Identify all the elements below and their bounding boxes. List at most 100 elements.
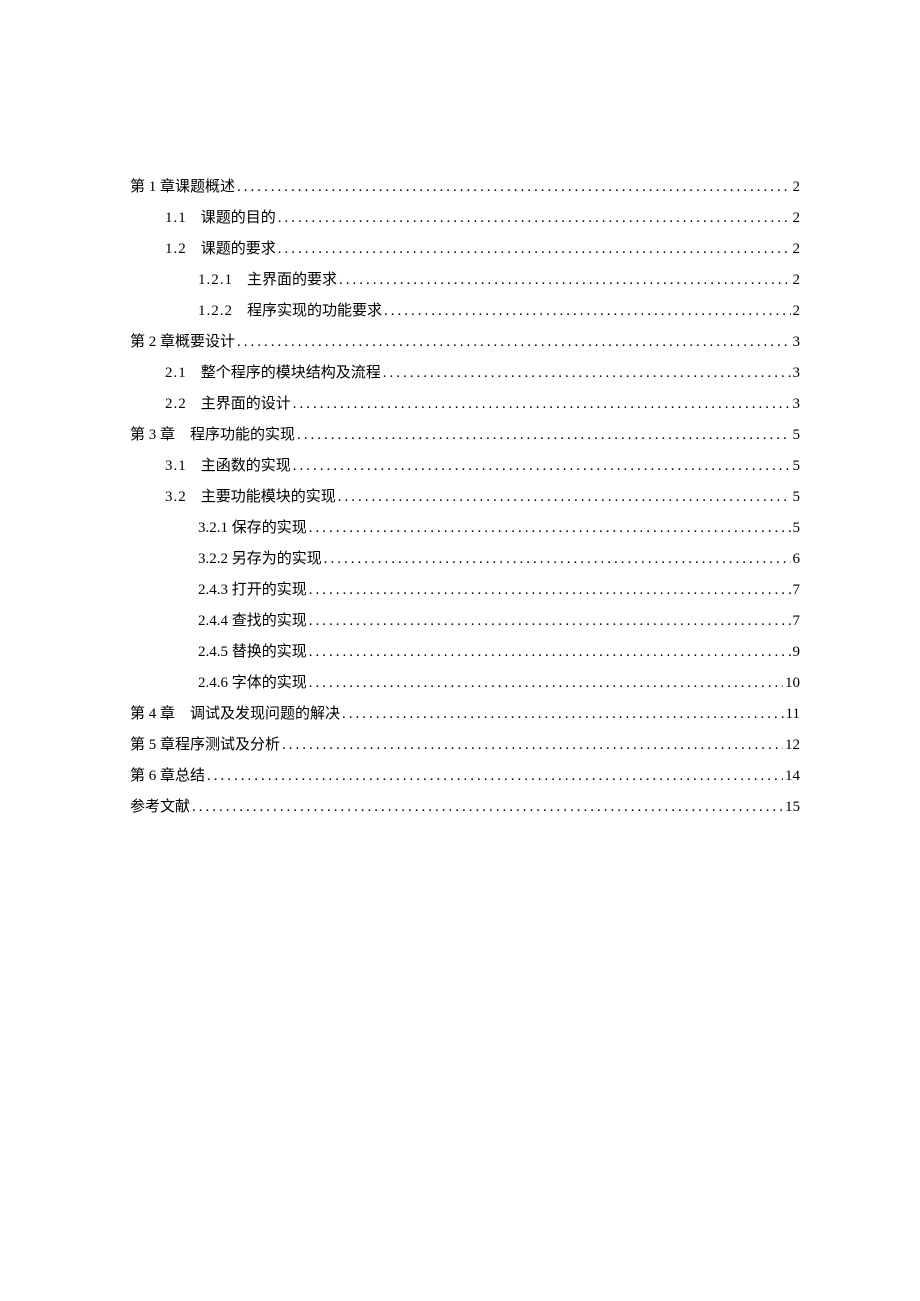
toc-entry-label: 第 3 章 程序功能的实现 [130, 423, 295, 444]
toc-entry-label: 参考文献 [130, 795, 190, 816]
toc-leader-dots [342, 706, 784, 723]
toc-entry-label: 第 4 章 调试及发现问题的解决 [130, 702, 340, 723]
toc-entry-label: 1.2.1 主界面的要求 [198, 268, 337, 289]
toc-entry-title: 2.4.3 打开的实现 [198, 582, 307, 598]
toc-entry[interactable]: 第 6 章总结 14 [130, 764, 800, 785]
toc-leader-dots [309, 675, 783, 692]
toc-leader-dots [192, 799, 783, 816]
toc-entry-page: 2 [793, 272, 801, 289]
toc-entry-page: 3 [793, 365, 801, 382]
toc-entry-page: 7 [793, 613, 801, 630]
toc-entry-title: 第 3 章 程序功能的实现 [130, 427, 295, 443]
toc-entry-number: 3.2 [165, 489, 187, 505]
toc-entry-label: 3.2.1 保存的实现 [198, 516, 307, 537]
toc-entry[interactable]: 2.4.4 查找的实现 7 [130, 609, 800, 630]
toc-entry-page: 15 [785, 799, 800, 816]
toc-entry-number: 1.2.2 [198, 303, 233, 319]
toc-entry[interactable]: 第 3 章 程序功能的实现 5 [130, 423, 800, 444]
toc-leader-dots [237, 334, 790, 351]
toc-entry-title: 主函数的实现 [201, 458, 291, 474]
toc-entry-page: 3 [793, 396, 801, 413]
toc-entry-page: 3 [793, 334, 801, 351]
toc-entry-label: 2.2 主界面的设计 [165, 392, 291, 413]
toc-entry-title: 课题的要求 [201, 241, 276, 257]
toc-entry[interactable]: 3.2主要功能模块的实现 5 [130, 485, 800, 506]
toc-entry-label: 3.2主要功能模块的实现 [165, 485, 336, 506]
toc-entry-title: 3.2.2 另存为的实现 [198, 551, 322, 567]
toc-entry-page: 5 [793, 427, 801, 444]
toc-leader-dots [297, 427, 790, 444]
toc-entry[interactable]: 2.4.6 字体的实现 10 [130, 671, 800, 692]
toc-entry-title: 参考文献 [130, 799, 190, 815]
toc-entry-page: 5 [793, 489, 801, 506]
toc-leader-dots [293, 458, 791, 475]
toc-entry-number: 1.2 [165, 241, 187, 257]
toc-entry[interactable]: 1.1课题的目的 2 [130, 206, 800, 227]
toc-entry-title: 主界面的要求 [247, 272, 337, 288]
toc-entry[interactable]: 3.2.1 保存的实现 5 [130, 516, 800, 537]
toc-entry-title: 程序实现的功能要求 [247, 303, 382, 319]
toc-entry-label: 3.1主函数的实现 [165, 454, 291, 475]
toc-entry-label: 第 1 章课题概述 [130, 175, 235, 196]
toc-entry[interactable]: 第 4 章 调试及发现问题的解决 11 [130, 702, 800, 723]
toc-leader-dots [309, 613, 791, 630]
toc-entry-page: 5 [793, 520, 801, 537]
toc-leader-dots [384, 303, 790, 320]
toc-entry[interactable]: 1.2.1 主界面的要求 2 [130, 268, 800, 289]
toc-entry-title: 第 4 章 调试及发现问题的解决 [130, 706, 340, 722]
toc-leader-dots [278, 210, 791, 227]
toc-entry[interactable]: 1.2课题的要求 2 [130, 237, 800, 258]
toc-entry-label: 2.4.4 查找的实现 [198, 609, 307, 630]
toc-entry-number: 1.1 [165, 210, 187, 226]
toc-leader-dots [282, 737, 783, 754]
toc-entry[interactable]: 1.2.2程序实现的功能要求 2 [130, 299, 800, 320]
toc-entry-label: 2.4.5 替换的实现 [198, 640, 307, 661]
toc-entry-page: 9 [793, 644, 801, 661]
toc-leader-dots [278, 241, 791, 258]
toc-entry-title: 第 5 章程序测试及分析 [130, 737, 280, 753]
toc-entry-page: 6 [793, 551, 801, 568]
toc-leader-dots [383, 365, 791, 382]
toc-entry[interactable]: 第 5 章程序测试及分析 12 [130, 733, 800, 754]
toc-leader-dots [309, 644, 791, 661]
toc-entry-title: 2.4.6 字体的实现 [198, 675, 307, 691]
toc-entry-number: 2.1 [165, 365, 187, 381]
toc-entry-title: 第 1 章课题概述 [130, 179, 235, 195]
toc-leader-dots [237, 179, 790, 196]
toc-entry-label: 第 2 章概要设计 [130, 330, 235, 351]
toc-entry-title: 第 6 章总结 [130, 768, 205, 784]
toc-entry-label: 2.4.3 打开的实现 [198, 578, 307, 599]
toc-leader-dots [338, 489, 791, 506]
toc-entry-page: 2 [793, 210, 801, 227]
toc-leader-dots [309, 582, 791, 599]
toc-entry-label: 3.2.2 另存为的实现 [198, 547, 322, 568]
toc-entry[interactable]: 2.2 主界面的设计 3 [130, 392, 800, 413]
toc-entry-label: 1.1课题的目的 [165, 206, 276, 227]
toc-entry-label: 1.2 课题的要求 [165, 237, 276, 258]
toc-entry[interactable]: 3.1主函数的实现 5 [130, 454, 800, 475]
toc-entry-number: 1.2.1 [198, 272, 233, 288]
toc-entry[interactable]: 3.2.2 另存为的实现 6 [130, 547, 800, 568]
toc-entry-page: 10 [785, 675, 800, 692]
toc-entry[interactable]: 2.4.3 打开的实现 7 [130, 578, 800, 599]
toc-entry-page: 11 [786, 706, 800, 723]
toc-entry[interactable]: 第 1 章课题概述 2 [130, 175, 800, 196]
toc-entry-title: 2.4.4 查找的实现 [198, 613, 307, 629]
toc-entry-title: 主界面的设计 [201, 396, 291, 412]
toc-entry[interactable]: 2.4.5 替换的实现 9 [130, 640, 800, 661]
toc-entry[interactable]: 参考文献 15 [130, 795, 800, 816]
toc-entry-title: 整个程序的模块结构及流程 [201, 365, 381, 381]
toc-entry-title: 2.4.5 替换的实现 [198, 644, 307, 660]
toc-leader-dots [293, 396, 791, 413]
toc-entry[interactable]: 2.1 整个程序的模块结构及流程 3 [130, 361, 800, 382]
toc-entry-label: 2.4.6 字体的实现 [198, 671, 307, 692]
toc-entry-page: 2 [793, 179, 801, 196]
toc-entry-page: 14 [785, 768, 800, 785]
toc-entry-page: 7 [793, 582, 801, 599]
toc-leader-dots [339, 272, 790, 289]
toc-entry-label: 第 5 章程序测试及分析 [130, 733, 280, 754]
toc-entry[interactable]: 第 2 章概要设计 3 [130, 330, 800, 351]
toc-entry-label: 2.1 整个程序的模块结构及流程 [165, 361, 381, 382]
toc-entry-number: 2.2 [165, 396, 187, 412]
toc-entry-title: 3.2.1 保存的实现 [198, 520, 307, 536]
